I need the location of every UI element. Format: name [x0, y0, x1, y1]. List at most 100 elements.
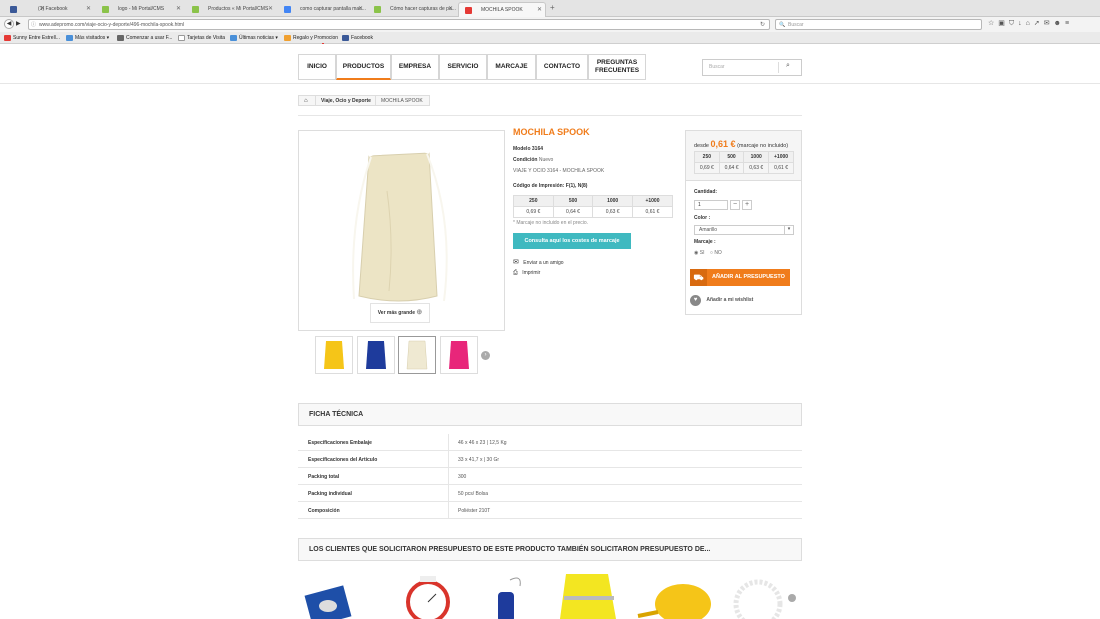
price-cell: 0,61 €: [768, 162, 794, 174]
browser-tab-2[interactable]: logo - Mi Portal/CMS ✕: [96, 2, 184, 17]
toolbar-icons[interactable]: ☆▣⛉↓⌂➚✉☻≡: [988, 19, 1073, 28]
browser-tab-1[interactable]: (1) Facebook ✕: [26, 2, 94, 17]
bookmark-6[interactable]: Facebook: [342, 34, 373, 42]
qty-header: 250: [513, 195, 554, 207]
menu-contacto[interactable]: CONTACTO: [536, 54, 588, 80]
menu-label: PRODUCTOS: [342, 62, 385, 70]
option-label: NO: [714, 250, 722, 256]
menu-empresa[interactable]: EMPRESA: [391, 54, 439, 80]
wishlist-link[interactable]: ♥ Añadir a mi wishlist: [690, 295, 753, 306]
home-icon[interactable]: ⌂: [304, 96, 308, 106]
product-title: MOCHILA SPOOK: [513, 127, 590, 137]
rss-icon: [230, 35, 237, 41]
cms-icon: [102, 6, 109, 13]
search-placeholder: Buscar: [788, 22, 804, 28]
spec-value: Poliéster 210T: [458, 508, 491, 514]
shop-search-input[interactable]: Buscar ⌕: [702, 59, 802, 76]
thumbnail-pink[interactable]: [440, 336, 478, 374]
breadcrumb-category[interactable]: Viaje, Ocio y Deporte: [321, 96, 371, 106]
divider: [448, 502, 449, 519]
bookmark-label: Más visitados: [75, 35, 106, 41]
consult-marcaje-button[interactable]: Consulta aquí los costes de marcaje: [513, 233, 631, 249]
related-products: [298, 572, 802, 619]
tab-label: (1) Facebook: [38, 6, 68, 12]
chevron-right-icon[interactable]: ›: [481, 351, 490, 360]
url-text: www.adepromo.com/viaje-ocio-y-deporte/49…: [39, 22, 185, 28]
radio-no[interactable]: ○ NO: [710, 250, 722, 256]
thumbnail-natural[interactable]: [398, 336, 436, 374]
browser-tab-3[interactable]: Productos « Mi Portal/CMS ✕: [186, 2, 276, 17]
menu-label: PREGUNTAS FRECUENTES: [594, 59, 640, 74]
bag-thumbnail: [406, 340, 428, 370]
browser-nav-bar: ◀ ▶ ⓘ www.adepromo.com/viaje-ocio-y-depo…: [0, 17, 1100, 32]
buybox-price-table: 250 500 1000 +1000 0,69 € 0,64 € 0,63 € …: [694, 151, 794, 174]
link-label: Añadir a mi wishlist: [706, 297, 754, 303]
table-row: Packing individual 50 pcs/ Bolsa: [298, 485, 802, 502]
bookmark-5[interactable]: Regalo y Promocion: [284, 34, 338, 42]
browser-tab-5[interactable]: Cómo hacer capturas de pa... ✕: [368, 2, 456, 17]
browser-search-input[interactable]: 🔍 Buscar: [775, 19, 982, 30]
price-table: 250 500 1000 +1000 0,69 € 0,64 € 0,63 € …: [513, 195, 674, 218]
close-icon[interactable]: ✕: [176, 2, 181, 17]
bookmark-3[interactable]: Tarjetas de Visita: [178, 34, 225, 42]
color-select[interactable]: Amarillo ▾: [694, 225, 794, 235]
close-icon[interactable]: ✕: [86, 2, 91, 17]
menu-marcaje[interactable]: MARCAJE: [487, 54, 536, 80]
menu-label: SERVICIO: [447, 63, 479, 70]
product-main-image[interactable]: Ver más grande ⊕: [298, 130, 505, 331]
menu-preguntas-frecuentes[interactable]: PREGUNTAS FRECUENTES: [588, 54, 646, 80]
thumbnail-blue[interactable]: [357, 336, 395, 374]
info-icon: ⓘ: [31, 22, 37, 28]
browser-tab-6[interactable]: MOCHILA SPOOK ✕: [458, 2, 546, 17]
send-friend-link[interactable]: ✉ Enviar a un amigo: [513, 258, 564, 266]
view-larger-button[interactable]: Ver más grande ⊕: [370, 303, 430, 323]
bookmark-4[interactable]: Últimas noticias ▾: [230, 34, 278, 42]
spec-key: Especificaciones del Artículo: [308, 457, 378, 463]
table-row: Packing total 300: [298, 468, 802, 485]
menu-label: CONTACTO: [543, 63, 581, 70]
qty-header: 1000: [592, 195, 633, 207]
url-input[interactable]: ⓘ www.adepromo.com/viaje-ocio-y-deporte/…: [28, 19, 770, 30]
search-icon: 🔍: [779, 22, 786, 28]
bookmark-label: Últimas noticias: [239, 35, 275, 41]
print-link[interactable]: ⎙ Imprimir: [513, 270, 540, 277]
google-icon: [284, 6, 291, 13]
menu-servicio[interactable]: SERVICIO: [439, 54, 487, 80]
forward-button[interactable]: ▶: [16, 20, 21, 27]
condition-label: Condición: [513, 157, 538, 163]
ficha-title: FICHA TÉCNICA: [309, 411, 364, 418]
qty-header: +1000: [631, 195, 674, 207]
bookmark-1[interactable]: Más visitados ▾: [66, 34, 109, 42]
clock-product: [406, 576, 450, 619]
bookmark-2[interactable]: Comenzar a usar F...: [117, 34, 172, 42]
price-cell: 0,64 €: [718, 162, 745, 174]
reload-icon[interactable]: ↻: [760, 20, 765, 30]
cms-icon: [374, 6, 381, 13]
zoom-icon: ⊕: [416, 309, 423, 316]
related-product-images: [304, 574, 796, 619]
bookmark-0[interactable]: Sunny Entre Estrell...: [4, 34, 60, 42]
add-to-quote-button[interactable]: ⛟ AÑADIR AL PRESUPUESTO: [690, 269, 790, 286]
close-icon[interactable]: ✕: [448, 2, 453, 17]
back-button[interactable]: ◀: [4, 19, 14, 29]
menu-inicio[interactable]: INICIO: [298, 54, 336, 80]
close-icon[interactable]: ✕: [358, 2, 363, 17]
radio-si[interactable]: ◉ SI: [694, 250, 705, 256]
divider: [448, 468, 449, 485]
divider: [315, 96, 316, 106]
menu-label: MARCAJE: [495, 63, 528, 70]
youtube-icon: [4, 35, 11, 41]
divider: [375, 96, 376, 106]
menu-productos[interactable]: PRODUCTOS: [336, 54, 391, 80]
thumbnail-yellow[interactable]: [315, 336, 353, 374]
quantity-decrease-button[interactable]: −: [730, 200, 740, 210]
close-icon[interactable]: ✕: [537, 3, 542, 17]
search-icon[interactable]: ⌕: [786, 62, 790, 70]
browser-tab-4[interactable]: como capturar pantalla mac... ✕: [278, 2, 366, 17]
quantity-increase-button[interactable]: +: [742, 200, 752, 210]
bookmark-label: Facebook: [351, 35, 373, 41]
folder-icon: [66, 35, 73, 41]
new-tab-button[interactable]: +: [550, 3, 555, 12]
quantity-input[interactable]: 1: [694, 200, 728, 210]
close-icon[interactable]: ✕: [268, 2, 273, 17]
